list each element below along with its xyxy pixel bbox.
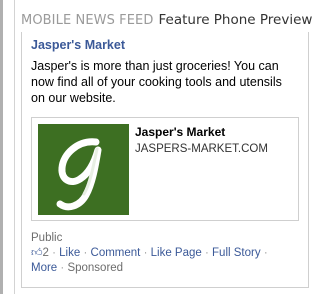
header-title: Feature Phone Preview — [158, 12, 313, 28]
like-page-link[interactable]: Like Page — [151, 247, 202, 259]
thumbs-up-icon: 👍︎ — [31, 247, 43, 259]
sponsored-label: Sponsored — [67, 262, 124, 274]
preview-panel: MOBILE NEWS FEED Feature Phone Preview Ja… — [14, 0, 325, 294]
full-story-link[interactable]: Full Story — [212, 247, 261, 259]
post-actions: 👍︎2 · Like · Comment · Like Page · Full … — [31, 246, 298, 276]
link-title[interactable]: Jasper's Market — [135, 125, 225, 139]
link-preview[interactable]: Jasper's Market JASPERS-MARKET.COM — [31, 117, 299, 221]
action-separator: · — [263, 247, 268, 259]
comment-link[interactable]: Comment — [91, 247, 141, 259]
more-link[interactable]: More — [31, 262, 57, 274]
jaspers-logo[interactable] — [38, 124, 129, 215]
header-label: MOBILE NEWS FEED — [21, 13, 154, 28]
link-domain: JASPERS-MARKET.COM — [135, 143, 268, 155]
privacy-label: Public — [31, 232, 63, 244]
left-edge-divider — [0, 0, 3, 294]
action-separator: · — [143, 247, 148, 259]
post-text: Jasper's is more than just groceries! Yo… — [31, 59, 282, 105]
action-separator: · — [60, 262, 65, 274]
action-separator: · — [83, 247, 88, 259]
page-name-link[interactable]: Jasper's Market — [31, 38, 298, 53]
like-link[interactable]: Like — [59, 247, 80, 259]
action-separator: · — [204, 247, 209, 259]
preview-header: MOBILE NEWS FEED Feature Phone Preview — [21, 11, 312, 29]
action-separator: · — [52, 247, 56, 259]
like-count[interactable]: 2 — [43, 247, 49, 259]
news-feed-post: Jasper's Market Jasper's is more than ju… — [21, 32, 309, 288]
